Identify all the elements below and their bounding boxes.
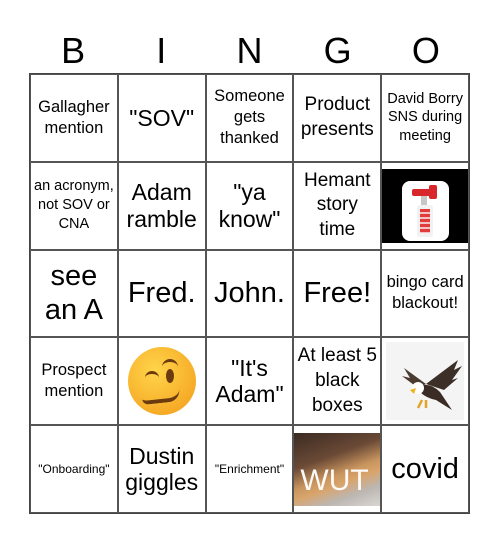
bingo-cell[interactable]: "Enrichment" bbox=[205, 425, 294, 513]
bingo-cell[interactable]: Product presents bbox=[293, 74, 382, 162]
cell-text: Hemant story time bbox=[304, 169, 371, 241]
cell-text: Adam ramble bbox=[126, 179, 197, 232]
bingo-cell[interactable]: Hemant story time bbox=[293, 161, 382, 250]
bingo-cell[interactable]: "ya know" bbox=[205, 161, 294, 250]
cell-text: bingo card blackout! bbox=[386, 273, 464, 313]
bingo-cell[interactable]: Fred. bbox=[117, 249, 206, 338]
cell-text: "Onboarding" bbox=[38, 462, 110, 477]
bingo-cell[interactable]: "It's Adam" bbox=[205, 337, 294, 426]
eagle-icon bbox=[402, 360, 463, 411]
bingo-cell[interactable] bbox=[381, 161, 469, 250]
header-letter-g: G bbox=[323, 30, 352, 71]
cell-text: covid bbox=[391, 452, 459, 485]
cell-text: "It's Adam" bbox=[215, 354, 284, 408]
bingo-cell[interactable]: John. bbox=[205, 249, 294, 338]
cell-text: Someone gets thanked bbox=[214, 87, 285, 148]
header-letter-i: I bbox=[156, 30, 167, 71]
bingo-cell[interactable]: an acronym, not SOV or CNA bbox=[30, 161, 118, 250]
cell-text: see an A bbox=[44, 259, 103, 327]
bingo-cell[interactable] bbox=[117, 337, 206, 426]
cell-text: "SOV" bbox=[129, 104, 195, 131]
bingo-cell[interactable]: see an A bbox=[30, 249, 118, 338]
eagle-image bbox=[386, 342, 464, 421]
header-letter-n: N bbox=[236, 30, 263, 71]
cell-text: "Enrichment" bbox=[214, 462, 285, 477]
air-horn-image bbox=[382, 168, 468, 243]
cell-text: Free! bbox=[303, 277, 372, 310]
cell-text: an acronym, not SOV or CNA bbox=[34, 178, 114, 233]
bingo-cell[interactable]: Gallagher mention bbox=[30, 74, 118, 162]
bingo-cell[interactable]: "Onboarding" bbox=[30, 425, 118, 513]
bingo-cell[interactable]: bingo card blackout! bbox=[381, 249, 469, 338]
cell-text: Dustin giggles bbox=[125, 442, 199, 496]
header-letter-o: O bbox=[411, 30, 440, 71]
bingo-cell[interactable]: At least 5 black boxes bbox=[293, 337, 382, 426]
cell-text: David Borry SNS during meeting bbox=[387, 90, 463, 145]
wut-dog-image: WUT bbox=[294, 433, 381, 506]
cell-text: John. bbox=[214, 277, 285, 310]
cell-text: "ya know" bbox=[218, 179, 281, 232]
bingo-cell[interactable]: covid bbox=[381, 425, 469, 513]
bingo-cell[interactable] bbox=[381, 337, 469, 426]
cell-text: Product presents bbox=[300, 94, 374, 140]
bingo-cell[interactable]: Prospect mention bbox=[30, 337, 118, 426]
image-caption: WUT bbox=[300, 464, 369, 497]
bingo-cell[interactable]: Adam ramble bbox=[117, 161, 206, 250]
bingo-grid: Gallagher mention "SOV" Someone gets tha… bbox=[29, 73, 470, 514]
bingo-cell[interactable]: Someone gets thanked bbox=[205, 74, 294, 162]
bingo-cell[interactable]: Dustin giggles bbox=[117, 425, 206, 513]
woozy-face-emoji-icon bbox=[127, 347, 196, 416]
cell-text: Fred. bbox=[127, 277, 196, 310]
bingo-cell[interactable]: David Borry SNS during meeting bbox=[381, 74, 469, 162]
cell-text: At least 5 black boxes bbox=[297, 345, 377, 416]
air-horn-icon bbox=[402, 180, 450, 241]
cell-text: Prospect mention bbox=[41, 361, 107, 401]
cell-text: Gallagher mention bbox=[38, 97, 110, 137]
header-letter-b: B bbox=[61, 30, 86, 71]
bingo-cell[interactable]: WUT bbox=[293, 425, 382, 513]
bingo-header: B I N G O bbox=[29, 28, 470, 73]
bingo-cell-free[interactable]: Free! bbox=[293, 249, 382, 338]
bingo-cell[interactable]: "SOV" bbox=[117, 74, 206, 162]
